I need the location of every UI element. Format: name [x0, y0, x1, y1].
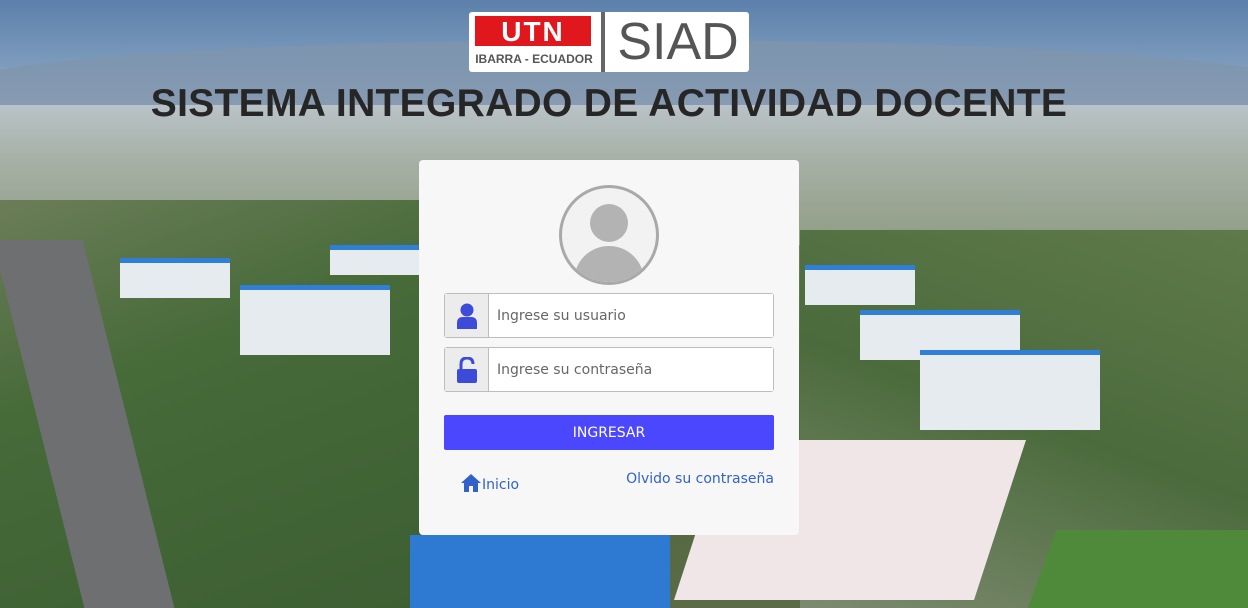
- home-icon: [461, 474, 481, 492]
- siad-logo-text: SIAD: [617, 13, 739, 71]
- forgot-password-link[interactable]: Olvido su contraseña: [626, 471, 774, 487]
- unlock-icon: [445, 348, 489, 391]
- page-title: SISTEMA INTEGRADO DE ACTIVIDAD DOCENTE: [150, 82, 1068, 125]
- password-field-group: [444, 347, 774, 392]
- login-card: INGRESAR Inicio Olvido su contraseña: [419, 160, 799, 535]
- utn-logo-mark: UTN: [475, 16, 591, 46]
- utn-location: IBARRA - ECUADOR: [475, 52, 593, 66]
- user-avatar-icon: [559, 185, 659, 285]
- username-field-group: [444, 293, 774, 338]
- home-link-label: Inicio: [482, 477, 520, 493]
- utn-siad-logo: UTN IBARRA - ECUADOR SIAD: [469, 12, 749, 72]
- user-icon: [445, 294, 489, 337]
- password-input[interactable]: [489, 348, 773, 391]
- username-input[interactable]: [489, 294, 773, 337]
- utn-logo-text: UTN: [501, 16, 565, 47]
- login-button[interactable]: INGRESAR: [444, 415, 774, 450]
- home-link[interactable]: Inicio: [460, 469, 519, 493]
- logo-divider: [601, 12, 605, 72]
